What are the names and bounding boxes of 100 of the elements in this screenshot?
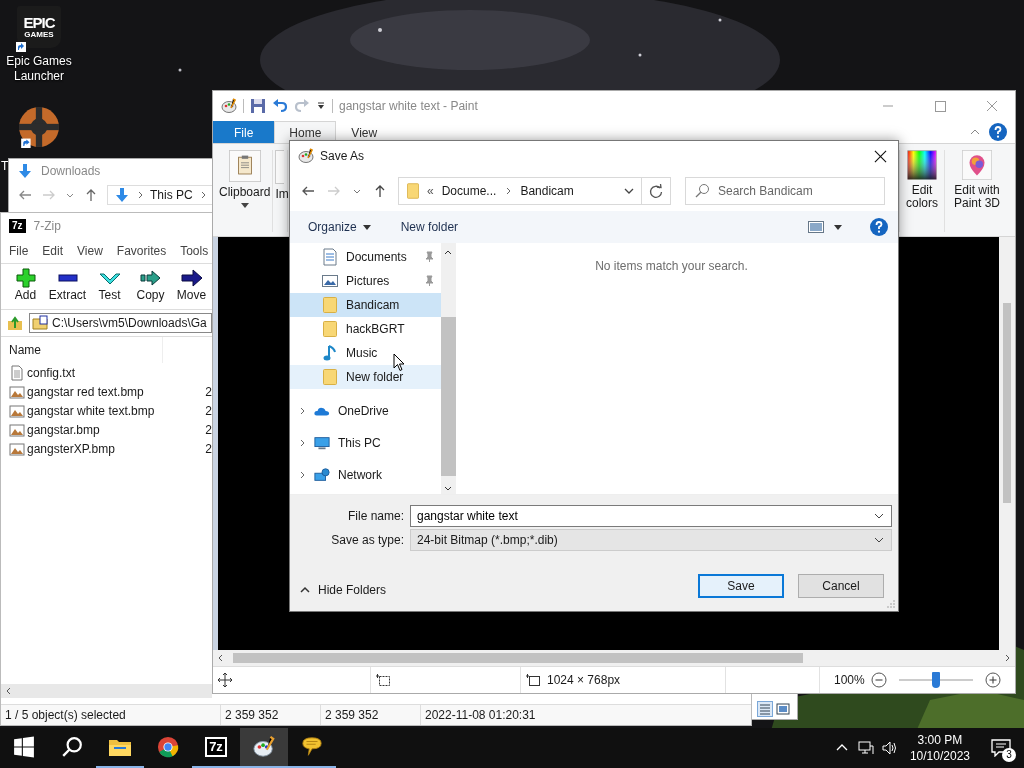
file-name[interactable]: config.txt — [27, 365, 76, 380]
vertical-scrollbar[interactable] — [440, 243, 456, 494]
menu-item[interactable]: Tools — [173, 244, 216, 258]
file-name[interactable]: gangstar.bmp — [27, 422, 100, 437]
help-icon[interactable] — [870, 218, 888, 236]
toolbar-button[interactable]: Copy — [130, 268, 171, 309]
clock-date[interactable]: 10/10/2023 — [909, 748, 970, 764]
zoom-slider[interactable] — [898, 672, 973, 688]
ribbon-button-label[interactable]: Edit colors — [902, 184, 942, 210]
cancel-button[interactable]: Cancel — [798, 574, 884, 598]
horizontal-scrollbar[interactable] — [213, 650, 1015, 666]
navigation-item[interactable]: Documents — [290, 245, 441, 269]
scroll-down-icon[interactable] — [444, 484, 453, 492]
file-name-input[interactable]: gangstar white text — [417, 509, 873, 523]
breadcrumb-item[interactable]: Bandicam — [520, 184, 574, 198]
organize-button[interactable]: Organize — [298, 216, 381, 238]
hide-folders-button[interactable]: Hide Folders — [300, 579, 387, 601]
file-name-field[interactable]: gangstar white text — [410, 505, 892, 527]
game-logo-icon[interactable] — [18, 106, 60, 148]
chevron-right-icon[interactable] — [298, 407, 306, 415]
navigation-item[interactable]: hackBGRT — [290, 317, 441, 341]
speech-bubble-icon[interactable] — [300, 736, 324, 758]
palette-icon — [221, 98, 237, 114]
volume-icon[interactable] — [881, 741, 898, 755]
scroll-right-icon[interactable] — [1003, 654, 1011, 662]
file-name[interactable]: gangsterXP.bmp — [27, 441, 115, 456]
desktop-icon-label[interactable]: T — [1, 159, 9, 173]
clock-time[interactable]: 3:00 PM — [917, 732, 963, 748]
chevron-right-icon[interactable] — [298, 471, 306, 479]
view-options-icon[interactable] — [808, 221, 824, 233]
dropdown-caret-icon[interactable] — [240, 203, 249, 208]
file-size: 2 — [205, 384, 212, 399]
navigation-item[interactable]: This PC — [290, 431, 441, 455]
paint-drop-icon[interactable] — [962, 150, 992, 180]
network-icon[interactable] — [857, 741, 874, 755]
navigation-item[interactable]: New folder — [290, 365, 441, 389]
ribbon-tab[interactable]: File — [213, 121, 275, 143]
menu-item[interactable]: Favorites — [109, 244, 174, 258]
breadcrumb-item[interactable]: This PC — [150, 188, 193, 202]
undo-icon[interactable] — [272, 98, 288, 114]
color-spectrum-icon[interactable] — [907, 150, 937, 180]
navigation-item[interactable]: Bandicam — [290, 293, 441, 317]
browser-icon[interactable] — [156, 736, 180, 758]
help-icon[interactable] — [989, 123, 1007, 141]
zoom-in-icon[interactable] — [985, 672, 1001, 688]
search-icon[interactable] — [60, 736, 84, 758]
navigation-item[interactable]: Network — [290, 463, 441, 487]
menu-item[interactable]: File — [2, 244, 36, 258]
toolbar-button[interactable]: Move — [171, 268, 212, 309]
ribbon-group-label[interactable]: Im — [275, 188, 289, 201]
scroll-left-icon[interactable] — [5, 687, 13, 695]
search-input[interactable]: Search Bandicam — [716, 183, 876, 199]
mouse-cursor-icon — [393, 353, 405, 372]
save-icon[interactable] — [250, 98, 266, 114]
new-folder-button[interactable]: New folder — [390, 216, 469, 238]
notifications-icon[interactable] — [991, 739, 1011, 757]
scroll-left-icon[interactable] — [217, 654, 225, 662]
save-button[interactable]: Save — [698, 574, 784, 598]
app-logo[interactable]: 7z — [205, 737, 227, 757]
palette-icon[interactable] — [252, 736, 276, 758]
navigation-item[interactable]: Music — [290, 341, 441, 365]
toolbar-button[interactable]: Extract — [46, 268, 89, 309]
path-field[interactable]: C:\Users\vm5\Downloads\Ga — [29, 313, 212, 333]
zoom-out-icon[interactable] — [870, 672, 887, 688]
chevron-right-icon — [504, 187, 513, 195]
overflow-chevron[interactable]: « — [427, 184, 434, 198]
customize-caret-icon[interactable] — [316, 101, 326, 111]
scroll-up-icon[interactable] — [444, 249, 453, 257]
search-field[interactable]: Search Bandicam — [685, 177, 885, 205]
epic-games-logo[interactable]: EPIC GAMES — [17, 6, 61, 48]
start-icon[interactable] — [12, 736, 36, 758]
file-type-dropdown[interactable]: 24-bit Bitmap (*.bmp;*.dib) — [410, 529, 892, 551]
address-bar[interactable]: « Docume... Bandicam — [398, 177, 642, 205]
column-header[interactable]: Name — [1, 343, 41, 357]
breadcrumb-item[interactable]: Docume... — [441, 184, 497, 198]
navigation-item[interactable]: OneDrive — [290, 399, 441, 423]
file-name[interactable]: gangstar red text.bmp — [27, 384, 144, 399]
menu-item[interactable]: View — [70, 244, 110, 258]
dropdown-caret-icon[interactable] — [834, 224, 842, 230]
ribbon-button-label[interactable]: Edit with Paint 3D — [947, 184, 1007, 210]
folder-up-icon[interactable] — [7, 315, 23, 331]
ribbon-group-label[interactable]: Clipboard — [219, 186, 271, 199]
clipboard-icon[interactable] — [228, 150, 261, 182]
caret-icon — [362, 224, 371, 230]
address-bar[interactable]: This PC — [107, 185, 213, 205]
toolbar-button[interactable]: Add — [5, 268, 46, 309]
logo-text: EPIC — [23, 15, 55, 30]
arrow-right-icon — [179, 268, 204, 288]
navigation-item[interactable]: Pictures — [290, 269, 441, 293]
resize-grip-icon[interactable] — [886, 599, 896, 609]
toolbar-button[interactable]: Test — [89, 268, 130, 309]
chevron-right-icon[interactable] — [298, 439, 306, 447]
desktop-icon-label[interactable]: Epic Games Launcher — [2, 54, 76, 84]
ribbon-tab[interactable]: Home — [274, 121, 337, 143]
menu-item[interactable]: Edit — [35, 244, 71, 258]
close-icon[interactable] — [874, 149, 887, 163]
vertical-scrollbar[interactable] — [999, 237, 1015, 650]
file-name[interactable]: gangstar white text.bmp — [27, 403, 155, 418]
large-icons-view-icon[interactable] — [775, 701, 791, 717]
refresh-button[interactable] — [641, 177, 671, 205]
